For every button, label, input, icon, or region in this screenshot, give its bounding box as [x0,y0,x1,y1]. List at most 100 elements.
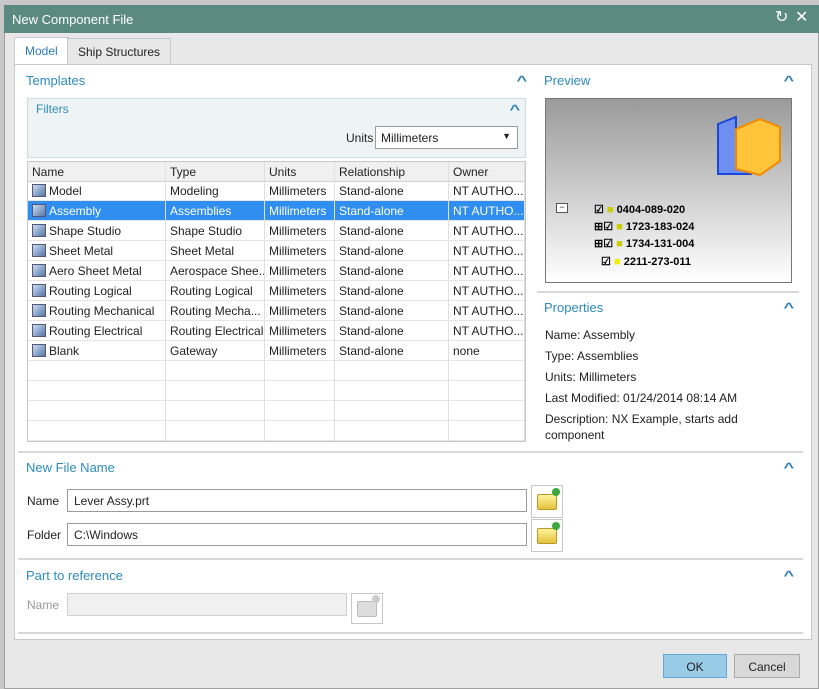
cell-relationship [335,361,449,381]
cell-owner [449,361,525,381]
cancel-button[interactable]: Cancel [734,654,800,678]
cell-owner: none [449,341,525,361]
divider [18,451,803,453]
template-icon [32,344,46,357]
table-row[interactable]: Assembly Assemblies Millimeters Stand-alone… [28,201,525,221]
browse-name-button[interactable] [531,485,563,518]
cell-owner: NT AUTHO... [449,321,525,341]
property-description-cont: component [545,428,605,442]
empty-row[interactable] [28,421,525,441]
name-label: Name [27,494,60,508]
tree-node: ☑ ■ 2211-273-011 [598,256,691,268]
table-row[interactable]: Aero Sheet Metal Aerospace Shee... Millime… [28,261,525,281]
cell-name: Routing Logical [28,281,166,301]
property-description: Description: NX Example, starts add [545,412,738,426]
cell-type: Sheet Metal [166,241,265,261]
cell-units: Millimeters [265,201,335,221]
table-row[interactable]: Routing Mechanical Routing Mecha... Millim… [28,301,525,321]
template-icon [32,264,46,277]
divider [18,558,803,560]
collapse-preview-icon[interactable]: ^ [783,73,794,88]
table-row[interactable]: Sheet Metal Sheet Metal Millimeters Stand-a… [28,241,525,261]
cell-name: Model [28,181,166,201]
cell-name: Aero Sheet Metal [28,261,166,281]
divider [537,291,799,293]
folder-icon [537,521,560,544]
tab-ship-structures[interactable]: Ship Structures [67,38,172,65]
cell-units: Millimeters [265,281,335,301]
cell-type: Gateway [166,341,265,361]
tree-node: ⊞☑ ■ 1723-183-024 [594,221,695,233]
table-row[interactable]: Shape Studio Shape Studio Millimeters Stand… [28,221,525,241]
cell-relationship [335,401,449,421]
column-header-owner[interactable]: Owner [449,162,525,182]
browse-folder-button[interactable] [531,519,563,552]
property-units: Units: Millimeters [545,370,637,384]
template-icon [32,184,46,197]
column-header-type[interactable]: Type [166,162,265,182]
cell-owner: NT AUTHO... [449,181,525,201]
cell-type: Routing Logical [166,281,265,301]
cell-type: Assemblies [166,201,265,221]
window-title: New Component File [12,12,134,27]
cell-owner: NT AUTHO... [449,241,525,261]
part-to-reference-header: Part to reference [26,568,123,583]
collapse-part-ref-icon[interactable]: ^ [783,568,794,583]
filters-header: Filters [36,102,69,116]
cell-type: Shape Studio [166,221,265,241]
cell-units: Millimeters [265,301,335,321]
cell-name [28,381,166,401]
new-file-name-header: New File Name [26,460,115,475]
cell-relationship: Stand-alone [335,321,449,341]
reset-icon[interactable]: ↻ [775,7,788,27]
cell-units: Millimeters [265,321,335,341]
property-type: Type: Assemblies [545,349,639,363]
table-row[interactable]: Routing Logical Routing Logical Millimeter… [28,281,525,301]
template-icon [32,304,46,317]
tab-model[interactable]: Model [14,37,69,65]
ok-button[interactable]: OK [663,654,727,678]
table-row[interactable]: Blank Gateway Millimeters Stand-alone none [28,341,525,361]
cell-name [28,401,166,421]
collapse-node-icon[interactable]: − [556,203,568,213]
part-name-label: Name [27,598,60,612]
column-header-relationship[interactable]: Relationship [335,162,449,182]
preview-header: Preview [544,73,591,88]
units-select[interactable]: Millimeters ▼ [375,126,518,149]
properties-header: Properties [544,300,604,315]
empty-row[interactable] [28,401,525,421]
property-name: Name: Assembly [545,328,636,342]
title-bar: New Component File [4,5,819,33]
column-header-name[interactable]: Name [28,162,166,182]
cell-owner: NT AUTHO... [449,261,525,281]
cell-units: Millimeters [265,181,335,201]
cell-units [265,381,335,401]
cell-owner [449,401,525,421]
cell-name: Routing Mechanical [28,301,166,321]
close-icon[interactable]: ✕ [795,7,808,27]
folder-input[interactable]: C:\Windows [67,523,527,546]
table-row[interactable]: Routing Electrical Routing Electrical Mill… [28,321,525,341]
part-name-input[interactable] [67,593,347,616]
folder-icon [357,594,380,617]
name-input[interactable]: Lever Assy.prt [67,489,527,512]
cell-type: Modeling [166,181,265,201]
column-header-units[interactable]: Units [265,162,335,182]
collapse-new-file-icon[interactable]: ^ [783,460,794,475]
collapse-filters-icon[interactable]: ^ [509,102,520,117]
table-header: Name Type Units Relationship Owner [28,162,525,182]
cell-units [265,421,335,441]
cell-relationship: Stand-alone [335,181,449,201]
collapse-properties-icon[interactable]: ^ [783,300,794,315]
cell-name: Sheet Metal [28,241,166,261]
cell-units: Millimeters [265,241,335,261]
cell-relationship: Stand-alone [335,201,449,221]
empty-row[interactable] [28,361,525,381]
table-row[interactable]: Model Modeling Millimeters Stand-alone NT AU… [28,181,525,201]
cell-relationship: Stand-alone [335,261,449,281]
empty-row[interactable] [28,381,525,401]
cell-units: Millimeters [265,261,335,281]
browse-part-button[interactable] [351,593,383,624]
cell-owner [449,421,525,441]
collapse-templates-icon[interactable]: ^ [516,73,527,88]
